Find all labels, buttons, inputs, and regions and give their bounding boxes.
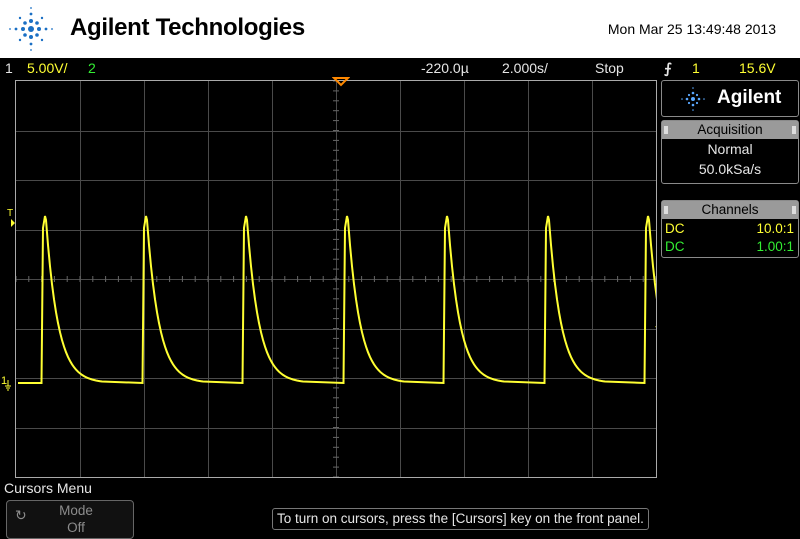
softkey-value: Off	[67, 520, 85, 535]
waveform-display[interactable]	[15, 80, 657, 478]
trigger-level-marker: T	[7, 208, 13, 219]
acquisition-box[interactable]: Acquisition Normal 50.0kSa/s	[661, 120, 799, 184]
panel-brand-text: Agilent	[717, 87, 782, 108]
horizontal-delay: -220.0µ	[421, 60, 469, 76]
ch2-coupling: DC	[665, 239, 685, 254]
ch1-number: 1	[5, 60, 13, 76]
status-bar: 1 5.00V/ 2 -220.0µ 2.000s/ Stop ⨍ 1 15.6…	[0, 58, 800, 78]
acquisition-title-text: Acquisition	[697, 122, 763, 137]
screen-side-markers: T 1	[1, 208, 15, 391]
channels-title: Channels	[662, 201, 798, 219]
title-tick-right-icon	[792, 206, 796, 214]
title-tick-left-icon	[664, 206, 668, 214]
ch1-ground-marker: 1	[1, 375, 7, 387]
mode-softkey[interactable]: ↻ Mode Off	[6, 500, 134, 539]
header-bar: Agilent Technologies Mon Mar 25 13:49:48…	[0, 0, 800, 58]
brand-title: Agilent Technologies	[70, 14, 305, 41]
agilent-spark-logo-icon	[9, 7, 53, 51]
menu-title: Cursors Menu	[4, 480, 92, 496]
run-state: Stop	[595, 60, 624, 76]
acquisition-mode: Normal	[707, 141, 753, 157]
ch2-probe-ratio: 1.00:1	[756, 239, 794, 254]
cycle-arrow-icon: ↻	[15, 507, 27, 523]
sample-rate: 50.0kSa/s	[698, 161, 762, 177]
acquisition-title: Acquisition	[662, 121, 798, 139]
channels-title-text: Channels	[701, 202, 759, 217]
ch1-scale: 5.00V/	[27, 60, 68, 76]
ch1-probe-ratio: 10.0:1	[756, 221, 794, 236]
title-tick-right-icon	[792, 126, 796, 134]
falling-edge-trigger-icon: ⨍	[664, 60, 672, 76]
agilent-spark-small-icon	[681, 87, 705, 111]
ch1-coupling: DC	[665, 221, 685, 236]
trigger-position-marker-icon	[332, 77, 350, 87]
trigger-level: 15.6V	[739, 60, 776, 76]
channels-box[interactable]: Channels DC 10.0:1 DC 1.00:1	[661, 200, 799, 258]
graticule	[16, 81, 656, 477]
ch2-number: 2	[88, 60, 96, 76]
title-tick-left-icon	[664, 126, 668, 134]
datetime-display: Mon Mar 25 13:49:48 2013	[607, 21, 776, 37]
trigger-level-arrow-icon	[11, 219, 15, 227]
trigger-source: 1	[692, 60, 700, 76]
softkey-label: Mode	[59, 503, 93, 518]
panel-brand-box: Agilent	[661, 80, 799, 117]
timebase-scale: 2.000s/	[502, 60, 548, 76]
hint-message: To turn on cursors, press the [Cursors] …	[272, 508, 649, 530]
